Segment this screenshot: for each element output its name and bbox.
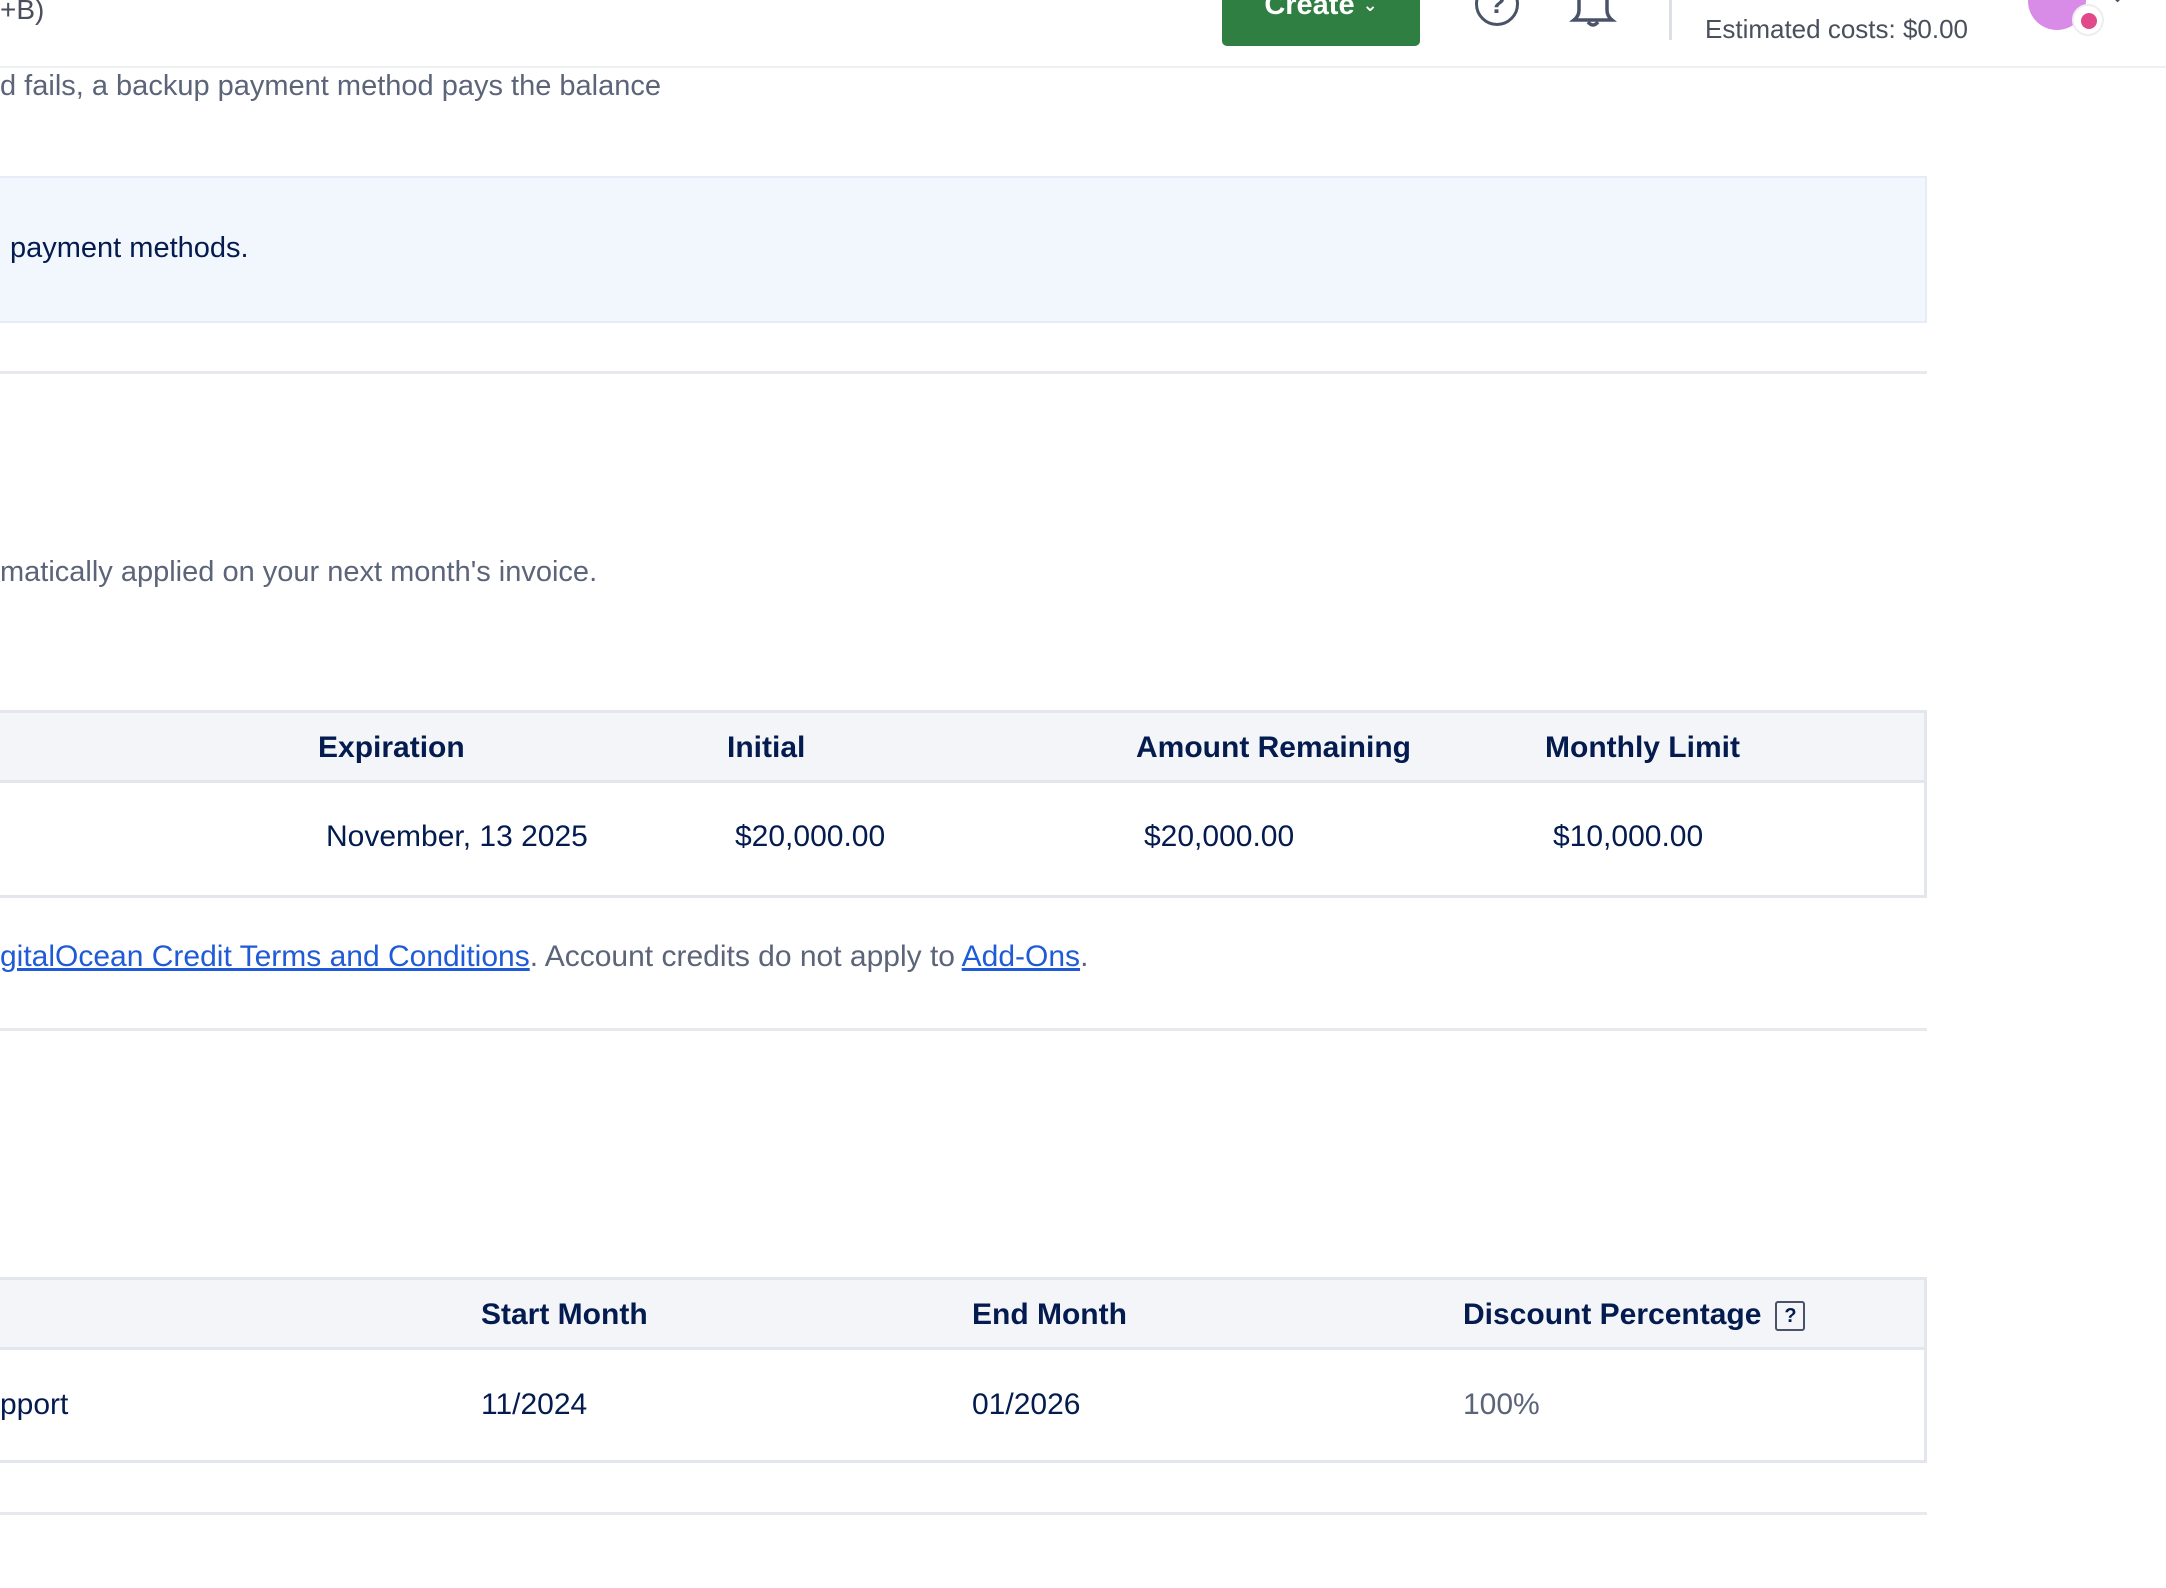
add-ons-link[interactable]: Add-Ons — [962, 940, 1080, 973]
column-header-discount-percentage: Discount Percentage? — [1463, 1298, 1806, 1332]
help-icon[interactable]: ? — [1475, 0, 1519, 26]
section-divider — [0, 1028, 1927, 1031]
discounts-table: Start Month End Month Discount Percentag… — [0, 1277, 1927, 1463]
discount-percentage-label: Discount Percentage — [1463, 1298, 1762, 1331]
credits-table: Expiration Initial Amount Remaining Mont… — [0, 710, 1927, 898]
discount-percentage: 100% — [1463, 1388, 1540, 1421]
credit-terms-link[interactable]: gitalOcean Credit Terms and Conditions — [0, 940, 530, 973]
table-header: Expiration Initial Amount Remaining Mont… — [0, 713, 1924, 783]
table-row: pport 11/2024 01/2026 100% — [0, 1350, 1924, 1460]
bell-icon[interactable] — [1566, 0, 1620, 28]
discount-end-month: 01/2026 — [972, 1388, 1081, 1421]
payment-methods-notice: payment methods. — [0, 176, 1927, 323]
credit-expiration: November, 13 2025 — [326, 820, 588, 853]
section-divider — [0, 371, 1927, 374]
chevron-down-icon: ⌄ — [1362, 0, 1378, 15]
credits-description: matically applied on your next month's i… — [0, 556, 598, 588]
credit-terms-note: gitalOcean Credit Terms and Conditions. … — [0, 940, 1088, 974]
discount-name: pport — [0, 1388, 69, 1421]
column-header-expiration: Expiration — [318, 731, 465, 764]
topbar-divider — [1669, 0, 1672, 40]
discount-start-month: 11/2024 — [481, 1388, 588, 1421]
chevron-down-icon[interactable]: ⌄ — [2110, 0, 2125, 7]
create-button-label: Create — [1264, 0, 1355, 21]
column-header-start-month: Start Month — [481, 1298, 648, 1331]
column-header-end-month: End Month — [972, 1298, 1127, 1331]
search-shortcut-hint: +B) — [0, 0, 45, 25]
terms-middle-text: . Account credits do not apply to — [529, 940, 962, 973]
column-header-monthly-limit: Monthly Limit — [1545, 731, 1740, 764]
column-header-initial: Initial — [727, 731, 806, 764]
team-badge-icon — [2072, 4, 2104, 36]
table-row: November, 13 2025 $20,000.00 $20,000.00 … — [0, 783, 1924, 895]
estimated-costs[interactable]: Estimated costs: $0.00 — [1705, 14, 1968, 45]
column-header-amount-remaining: Amount Remaining — [1136, 731, 1411, 764]
create-button[interactable]: Create ⌄ — [1222, 0, 1420, 46]
section-divider — [0, 1512, 1927, 1515]
table-header: Start Month End Month Discount Percentag… — [0, 1280, 1924, 1350]
credit-monthly-limit: $10,000.00 — [1553, 820, 1704, 853]
notice-text: payment methods. — [10, 232, 249, 264]
help-tooltip-icon[interactable]: ? — [1775, 1301, 1806, 1331]
credit-remaining: $20,000.00 — [1144, 820, 1295, 853]
billing-page: +B) Create⌄ ? Estimated costs: $0.00 MT … — [0, 0, 2166, 1588]
credit-initial: $20,000.00 — [735, 820, 886, 853]
top-navbar: +B) Create⌄ ? Estimated costs: $0.00 MT … — [0, 0, 2166, 68]
terms-end-text: . — [1080, 940, 1089, 973]
backup-payment-description: d fails, a backup payment method pays th… — [0, 70, 661, 102]
